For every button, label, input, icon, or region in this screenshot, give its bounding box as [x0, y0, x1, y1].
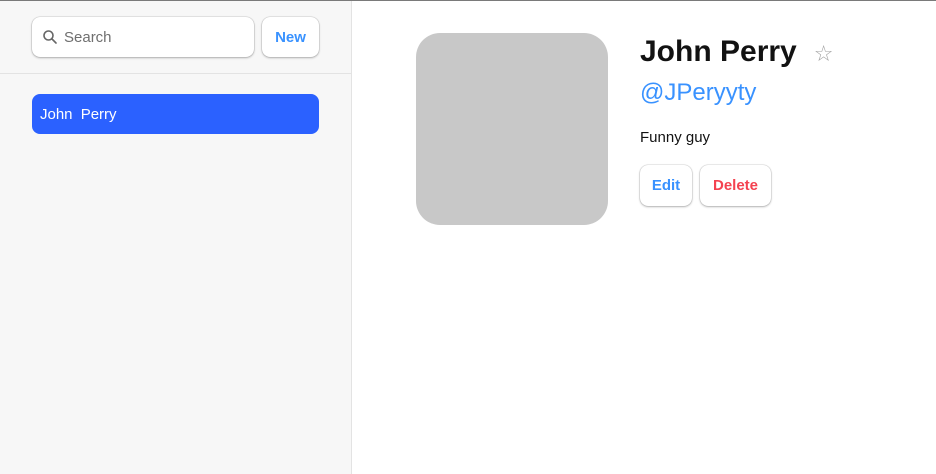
- delete-button[interactable]: Delete: [700, 165, 771, 206]
- contact-name-row: John Perry ☆: [640, 35, 833, 69]
- contact-name: John Perry: [640, 35, 797, 68]
- contact-list-item[interactable]: John Perry: [32, 94, 319, 134]
- contact-list: John Perry: [32, 94, 319, 134]
- contact-notes: Funny guy: [640, 129, 711, 146]
- search-input[interactable]: [64, 18, 244, 56]
- search-box[interactable]: [32, 17, 254, 57]
- sidebar-header: New: [0, 1, 351, 74]
- favorite-star-icon[interactable]: ☆: [814, 42, 834, 67]
- search-icon: [42, 29, 58, 45]
- edit-button[interactable]: Edit: [640, 165, 692, 206]
- contact-detail: John Perry ☆ @JPeryyty Funny guy Edit De…: [352, 1, 936, 474]
- new-contact-button[interactable]: New: [262, 17, 319, 57]
- contact-handle-link[interactable]: @JPeryyty: [640, 79, 756, 107]
- sidebar: New John Perry: [0, 1, 352, 474]
- avatar: [416, 33, 608, 225]
